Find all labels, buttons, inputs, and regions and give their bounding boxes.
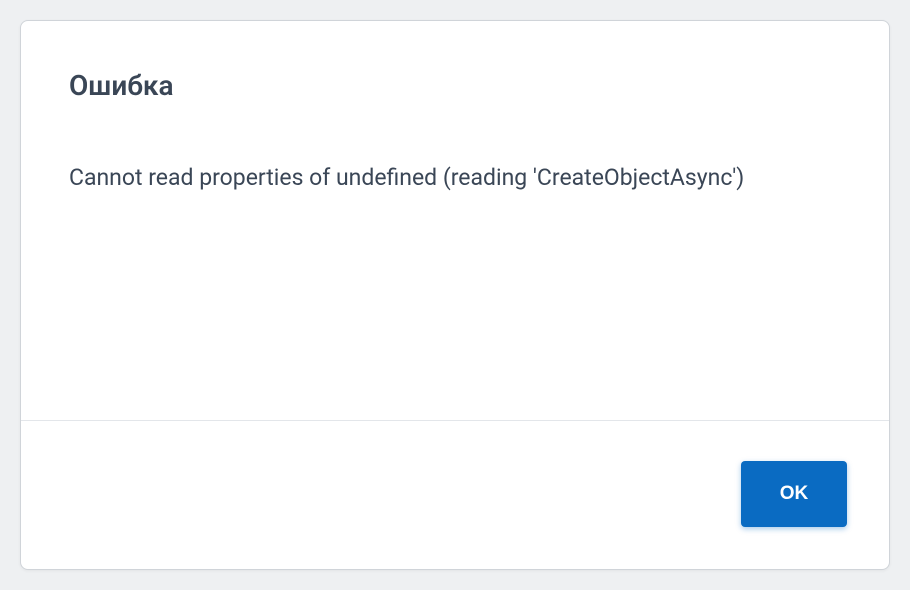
ok-button[interactable]: OK xyxy=(741,461,847,527)
dialog-content: Ошибка Cannot read properties of undefin… xyxy=(21,21,889,421)
dialog-footer: OK xyxy=(21,421,889,569)
dialog-title: Ошибка xyxy=(69,69,841,102)
error-dialog: Ошибка Cannot read properties of undefin… xyxy=(20,20,890,570)
dialog-message: Cannot read properties of undefined (rea… xyxy=(69,162,841,194)
